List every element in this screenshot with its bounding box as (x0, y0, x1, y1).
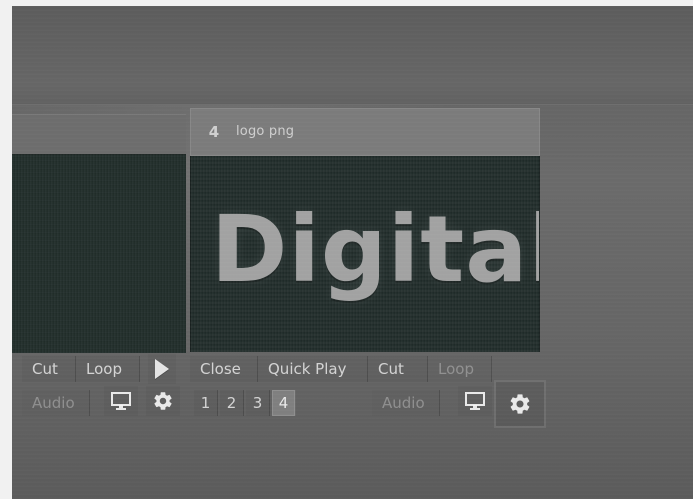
left-cut-button[interactable]: Cut (22, 356, 76, 382)
play-icon (155, 359, 169, 379)
photo-of-screen: 4 logo png Digital Cut Loop Audio Close (12, 6, 693, 499)
left-clip-preview (12, 154, 186, 353)
gear-icon (154, 392, 172, 410)
play-button[interactable] (148, 354, 176, 384)
left-output-button[interactable] (104, 386, 138, 416)
page-4-button[interactable]: 4 (272, 390, 296, 416)
left-loop-button[interactable]: Loop (76, 356, 140, 382)
main-close-button[interactable]: Close (190, 356, 258, 382)
gear-icon (510, 394, 530, 414)
left-clip-header (12, 114, 186, 156)
main-clip-preview: Digital (190, 156, 540, 352)
page-2-button[interactable]: 2 (220, 390, 244, 416)
main-loop-button[interactable]: Loop (428, 356, 492, 382)
page-3-button[interactable]: 3 (246, 390, 270, 416)
main-quick-play-button[interactable]: Quick Play (258, 356, 368, 382)
main-output-button[interactable] (458, 386, 492, 416)
clip-filename: logo png (236, 124, 295, 139)
preview-text: Digital (211, 196, 540, 303)
left-audio-button[interactable]: Audio (22, 390, 90, 416)
top-area (12, 6, 693, 105)
left-settings-button[interactable] (146, 386, 180, 416)
page-1-button[interactable]: 1 (194, 390, 218, 416)
main-clip-header: 4 logo png (190, 108, 540, 156)
monitor-icon (465, 392, 485, 410)
controls-area: Cut Loop Audio Close Quick Play Cut Loop… (12, 352, 693, 432)
main-settings-button[interactable] (494, 380, 546, 428)
main-audio-button[interactable]: Audio (372, 390, 440, 416)
main-cut-button[interactable]: Cut (368, 356, 428, 382)
monitor-icon (111, 392, 131, 410)
clip-number: 4 (208, 123, 220, 141)
